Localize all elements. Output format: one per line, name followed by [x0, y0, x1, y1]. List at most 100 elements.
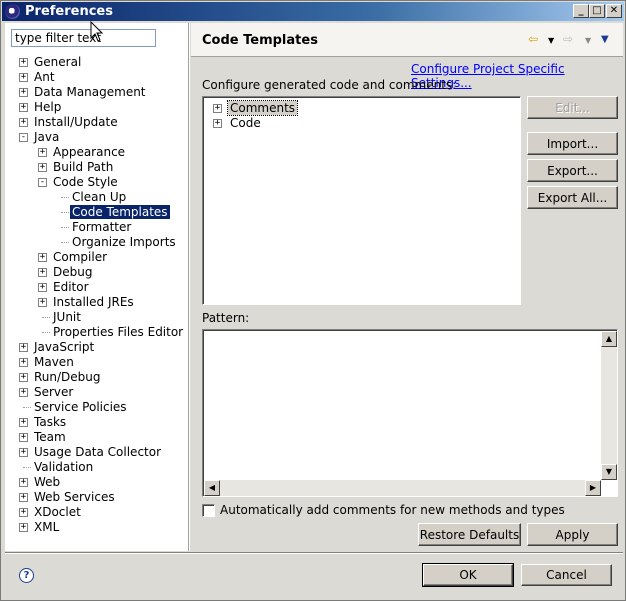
export-all-button[interactable]: Export All... — [527, 186, 618, 209]
expand-icon[interactable]: + — [19, 73, 28, 82]
tree-item-service-policies[interactable]: Service Policies — [19, 400, 184, 415]
expand-icon[interactable]: + — [19, 448, 28, 457]
expand-icon[interactable]: + — [19, 373, 28, 382]
scroll-up-icon[interactable]: ▲ — [601, 331, 617, 347]
minimize-button[interactable]: _ — [573, 4, 589, 18]
tree-item-xdoclet[interactable]: + XDoclet — [19, 505, 184, 520]
ok-button[interactable]: OK — [422, 563, 514, 587]
scroll-left-icon[interactable]: ◀ — [204, 480, 220, 496]
expand-icon[interactable]: + — [19, 508, 28, 517]
tree-item-label: Usage Data Collector — [34, 445, 162, 459]
tree-item-label: Maven — [34, 355, 74, 369]
forward-menu-chevron-icon[interactable]: ▼ — [585, 36, 591, 45]
maximize-button[interactable]: □ — [589, 4, 605, 18]
tree-item-javascript[interactable]: + JavaScript — [19, 340, 184, 355]
expand-icon[interactable]: + — [19, 478, 28, 487]
import-button[interactable]: Import... — [527, 132, 618, 155]
tree-item-general[interactable]: + General — [19, 55, 184, 70]
back-arrow-icon[interactable]: ⇦ — [528, 32, 538, 46]
tree-item-validation[interactable]: Validation — [19, 460, 184, 475]
expand-icon[interactable]: + — [38, 268, 47, 277]
collapse-icon[interactable]: - — [19, 133, 28, 142]
tree-item-installed-jres[interactable]: + Installed JREs — [38, 295, 184, 310]
scroll-down-icon[interactable]: ▼ — [601, 464, 617, 480]
horizontal-scrollbar[interactable]: ◀ ▶ — [204, 480, 601, 496]
view-menu-chevron-icon[interactable]: ▼ — [601, 34, 609, 45]
expand-icon[interactable]: + — [19, 343, 28, 352]
expand-icon[interactable]: + — [38, 283, 47, 292]
expand-icon[interactable]: + — [19, 358, 28, 367]
expand-icon[interactable]: + — [19, 88, 28, 97]
forward-arrow-icon[interactable]: ⇨ — [563, 32, 573, 46]
templates-tree[interactable]: + Comments + Code — [202, 96, 521, 305]
tree-item-ant[interactable]: + Ant — [19, 70, 184, 85]
tree-item-build-path[interactable]: + Build Path — [38, 160, 184, 175]
help-icon[interactable]: ? — [19, 568, 34, 583]
title-bar[interactable]: Preferences _ □ ✕ — [2, 2, 624, 21]
expand-icon[interactable]: + — [19, 523, 28, 532]
tree-item-label: Server — [34, 385, 74, 399]
tree-connector — [42, 317, 50, 318]
expand-icon[interactable]: + — [38, 298, 47, 307]
expand-icon[interactable]: + — [19, 433, 28, 442]
tree-item-code-style[interactable]: - Code Style — [38, 175, 184, 190]
vertical-scrollbar[interactable]: ▲ ▼ — [601, 331, 617, 480]
tree-item-code-templates[interactable]: Code Templates — [57, 204, 184, 220]
expand-icon[interactable]: + — [38, 148, 47, 157]
edit-button[interactable]: Edit... — [527, 96, 618, 119]
expand-icon[interactable]: + — [19, 493, 28, 502]
filter-input[interactable] — [11, 29, 156, 47]
auto-comments-checkbox[interactable] — [202, 504, 215, 517]
apply-button[interactable]: Apply — [527, 523, 618, 546]
tree-item-tasks[interactable]: + Tasks — [19, 415, 184, 430]
tree-item-xml[interactable]: + XML — [19, 520, 184, 535]
tree-item-usage-data-collector[interactable]: + Usage Data Collector — [19, 445, 184, 460]
expand-icon[interactable]: + — [38, 253, 47, 262]
expand-icon[interactable]: + — [19, 418, 28, 427]
tree-item-organize-imports[interactable]: Organize Imports — [57, 235, 184, 250]
export-button[interactable]: Export... — [527, 159, 618, 182]
expand-icon[interactable]: + — [213, 104, 222, 113]
close-button[interactable]: ✕ — [606, 4, 622, 18]
cancel-button[interactable]: Cancel — [521, 564, 612, 586]
tree-item-web-services[interactable]: + Web Services — [19, 490, 184, 505]
pattern-text-area[interactable]: ▲ ▼ ◀ ▶ — [202, 329, 618, 497]
tree-item-team[interactable]: + Team — [19, 430, 184, 445]
tree-item-web[interactable]: + Web — [19, 475, 184, 490]
pane-divider[interactable] — [188, 23, 190, 551]
preferences-window: Preferences _ □ ✕ + General + Ant + Data Mana… — [0, 0, 626, 601]
restore-defaults-button[interactable]: Restore Defaults — [418, 523, 521, 546]
tree-item-properties-files-editor[interactable]: Properties Files Editor — [38, 325, 184, 340]
tree-item-install-update[interactable]: + Install/Update — [19, 115, 184, 130]
tree-connector — [61, 242, 69, 243]
tree-item-help[interactable]: + Help — [19, 100, 184, 115]
expand-icon[interactable]: + — [213, 119, 222, 128]
collapse-icon[interactable]: - — [38, 178, 47, 187]
page-header: Code Templates ⇦ ▼ ⇨ ▼ ▼ — [191, 23, 623, 57]
expand-icon[interactable]: + — [19, 103, 28, 112]
tree-item-data-management[interactable]: + Data Management — [19, 85, 184, 100]
tree-item-maven[interactable]: + Maven — [19, 355, 184, 370]
tree-item-appearance[interactable]: + Appearance — [38, 145, 184, 160]
template-label: Comments — [226, 100, 299, 116]
tree-item-clean-up[interactable]: Clean Up — [57, 190, 184, 205]
expand-icon[interactable]: + — [19, 58, 28, 67]
expand-icon[interactable]: + — [38, 163, 47, 172]
scroll-right-icon[interactable]: ▶ — [585, 480, 601, 496]
tree-item-java[interactable]: - Java — [19, 130, 184, 145]
tree-item-label: Properties Files Editor — [53, 325, 184, 339]
tree-item-formatter[interactable]: Formatter — [57, 220, 184, 235]
tree-item-debug[interactable]: + Debug — [38, 265, 184, 280]
mouse-cursor-icon — [90, 21, 104, 42]
tree-item-editor[interactable]: + Editor — [38, 280, 184, 295]
expand-icon[interactable]: + — [19, 118, 28, 127]
tree-item-run-debug[interactable]: + Run/Debug — [19, 370, 184, 385]
tree-item-junit[interactable]: JUnit — [38, 310, 184, 325]
tree-item-compiler[interactable]: + Compiler — [38, 250, 184, 265]
tree-item-label: Clean Up — [72, 190, 127, 204]
tree-item-server[interactable]: + Server — [19, 385, 184, 400]
back-menu-chevron-icon[interactable]: ▼ — [548, 36, 554, 45]
tree-item-label: Validation — [34, 460, 94, 474]
tree-connector — [61, 227, 69, 228]
expand-icon[interactable]: + — [19, 388, 28, 397]
